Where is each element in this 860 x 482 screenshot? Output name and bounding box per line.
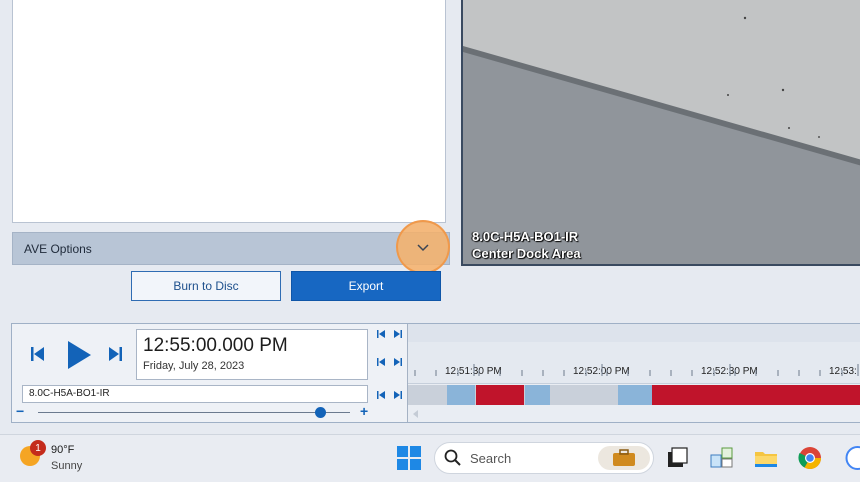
camera-next-icon[interactable] xyxy=(393,390,403,400)
jump-start-icon[interactable] xyxy=(376,329,386,339)
playback-time-display[interactable]: 12:55:00.000 PM Friday, July 28, 2023 xyxy=(136,329,368,380)
recording-track[interactable] xyxy=(408,385,860,405)
chevron-down-icon xyxy=(417,244,429,252)
video-frame-image xyxy=(463,0,860,264)
export-button[interactable]: Export xyxy=(291,271,441,301)
app-window: AVE Options Burn to Disc Export 8.0C-H5A… xyxy=(0,0,860,434)
camera-overlay-label: 8.0C-H5A-BO1-IR Center Dock Area xyxy=(472,228,581,262)
google-app-icon[interactable] xyxy=(841,445,860,471)
burn-to-disc-button[interactable]: Burn to Disc xyxy=(131,271,281,301)
weather-alert-badge: 1 xyxy=(30,440,46,456)
playback-time: 12:55:00.000 PM xyxy=(143,335,288,356)
step-forward-icon[interactable] xyxy=(108,346,122,362)
recording-segment[interactable] xyxy=(618,385,652,405)
timeline-ruler[interactable]: 12:51:30 PM 12:52:00 PM 12:52:30 PM 12:5… xyxy=(408,342,860,384)
zoom-in-button[interactable]: + xyxy=(360,403,368,419)
file-explorer-icon[interactable] xyxy=(753,445,779,471)
windows-start-icon[interactable] xyxy=(397,446,421,470)
timeline-tick-marks xyxy=(414,364,859,376)
motion-segment[interactable] xyxy=(476,385,524,405)
jump-end-icon[interactable] xyxy=(393,329,403,339)
camera-selector-field[interactable]: 8.0C-H5A-BO1-IR xyxy=(22,385,368,403)
ave-options-label: AVE Options xyxy=(24,241,92,256)
timeline[interactable]: 12:51:30 PM 12:52:00 PM 12:52:30 PM 12:5… xyxy=(407,324,860,422)
start-tile xyxy=(410,446,421,457)
weather-condition[interactable]: Sunny xyxy=(51,460,82,472)
ave-options-expand-button[interactable] xyxy=(396,220,450,274)
widgets-icon[interactable] xyxy=(709,445,735,471)
play-icon[interactable] xyxy=(66,340,92,370)
ave-options-bar[interactable]: AVE Options xyxy=(12,232,450,265)
recording-segment[interactable] xyxy=(447,385,475,405)
task-view-icon[interactable] xyxy=(664,445,690,471)
next-event-icon[interactable] xyxy=(393,357,403,367)
start-tile xyxy=(397,459,408,470)
chrome-icon[interactable] xyxy=(797,445,823,471)
previous-event-icon[interactable] xyxy=(376,357,386,367)
motion-segment[interactable] xyxy=(652,385,860,405)
start-tile xyxy=(410,459,421,470)
camera-name: 8.0C-H5A-BO1-IR xyxy=(472,229,579,244)
recording-segment[interactable] xyxy=(525,385,550,405)
search-placeholder: Search xyxy=(470,451,512,466)
clip-list-panel xyxy=(12,0,446,223)
timeline-scrollbar[interactable] xyxy=(408,407,860,421)
zoom-slider-thumb[interactable] xyxy=(315,407,326,418)
camera-previous-icon[interactable] xyxy=(376,390,386,400)
timeline-header xyxy=(408,324,860,342)
zoom-out-button[interactable]: − xyxy=(16,403,24,419)
camera-video-view[interactable]: 8.0C-H5A-BO1-IR Center Dock Area xyxy=(461,0,860,266)
step-back-icon[interactable] xyxy=(31,346,45,362)
start-tile xyxy=(397,446,408,457)
camera-location: Center Dock Area xyxy=(472,246,581,261)
weather-temperature[interactable]: 90°F xyxy=(51,444,74,456)
scroll-left-icon[interactable] xyxy=(411,409,421,419)
search-icon xyxy=(444,449,461,466)
playback-date: Friday, July 28, 2023 xyxy=(143,360,245,372)
briefcase-icon xyxy=(598,446,650,470)
zoom-slider-track[interactable] xyxy=(38,412,350,413)
